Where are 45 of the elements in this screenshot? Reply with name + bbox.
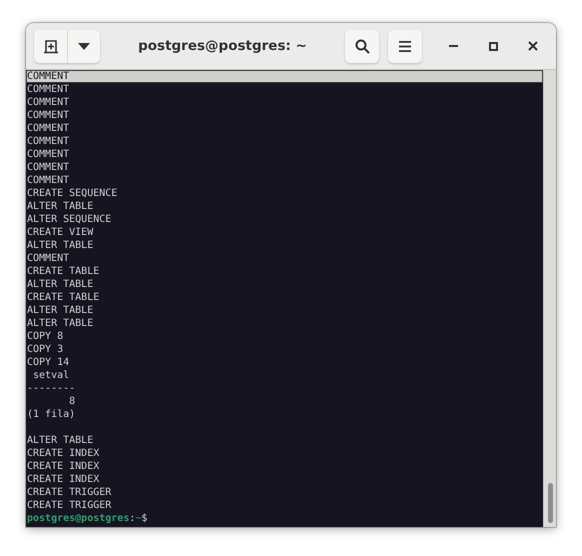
output-line: ALTER TABLE — [27, 239, 94, 252]
maximize-icon — [488, 42, 498, 50]
minimize-icon — [448, 45, 458, 47]
output-line: 8 — [68, 395, 76, 408]
output-line: COPY 3 — [27, 343, 64, 356]
menu-button[interactable] — [388, 30, 422, 62]
output-line: CREATE SEQUENCE — [27, 187, 118, 200]
output-line: ALTER TABLE — [27, 200, 94, 213]
search-button[interactable] — [345, 30, 379, 62]
output-line: CREATE INDEX — [27, 473, 100, 486]
output-line: ALTER SEQUENCE — [27, 213, 112, 226]
output-line: CREATE TRIGGER — [27, 486, 112, 499]
output-line: COMMENT — [27, 83, 70, 96]
shell-prompt: postgres@postgres:~$ — [27, 513, 148, 524]
output-line: COMMENT — [27, 161, 70, 174]
output-line: CREATE VIEW — [27, 226, 94, 239]
output-line: -------- — [27, 382, 76, 395]
output-line: ALTER TABLE — [27, 434, 94, 447]
output-line: COMMENT — [27, 122, 70, 135]
output-line: CREATE INDEX — [27, 447, 100, 460]
output-line: COMMENT — [27, 135, 70, 148]
output-line: ALTER TABLE — [27, 304, 94, 317]
scrollbar[interactable] — [543, 70, 556, 527]
output-line: COMMENT — [27, 109, 70, 122]
scrollbar-thumb[interactable] — [548, 483, 552, 523]
output-line: COMMENT — [27, 174, 70, 187]
close-icon — [528, 41, 538, 51]
caret-icon — [78, 42, 90, 50]
window-title: postgres@postgres: ~ — [138, 38, 307, 54]
output-line: CREATE INDEX — [27, 460, 100, 473]
output-line: (1 fila) — [27, 408, 76, 421]
output-line: CREATE TABLE — [27, 265, 100, 278]
new-tab-icon — [42, 38, 58, 54]
output-line: COMMENT — [27, 96, 70, 109]
output-line: COMMENT — [27, 148, 70, 161]
search-icon — [354, 38, 370, 54]
output-line: setval — [32, 369, 70, 382]
output-line: COPY 14 — [27, 356, 70, 369]
output-line: CREATE TRIGGER — [27, 499, 112, 512]
output-line: ALTER TABLE — [27, 317, 94, 330]
output-line: COMMENT — [27, 252, 70, 265]
menu-icon — [399, 40, 411, 52]
output-line: CREATE TABLE — [27, 291, 100, 304]
output-line: ALTER TABLE — [27, 278, 94, 291]
output-line: COPY 8 — [27, 330, 64, 343]
